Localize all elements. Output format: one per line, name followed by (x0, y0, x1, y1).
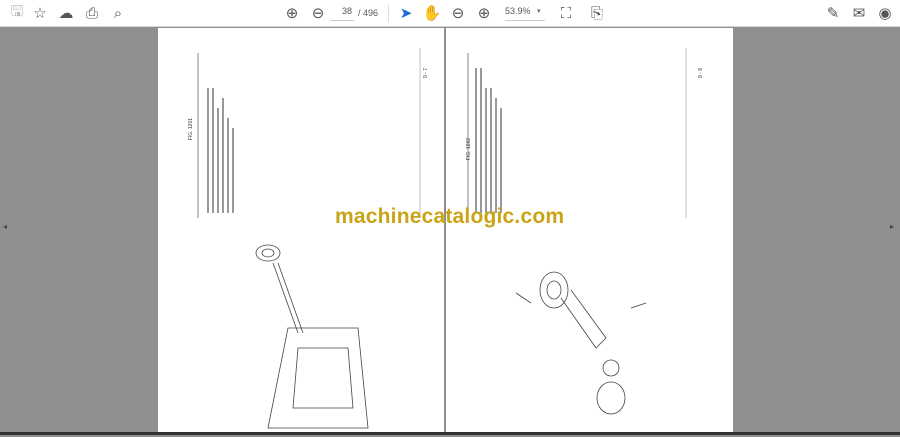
next-page-icon[interactable]: ⊖ (309, 4, 327, 22)
figure-label: FIG. 1201 (188, 118, 194, 141)
scroll-mode-icon[interactable]: ⎘ (588, 4, 606, 22)
search-zoom-icon[interactable]: ⌕ (109, 4, 127, 22)
page-total: / 496 (358, 8, 379, 18)
zoom-in-icon[interactable]: ⊕ (475, 4, 493, 22)
page-footer: 9 - 7 (423, 68, 429, 79)
watermark: machinecatalogic.com (335, 205, 565, 228)
select-cursor-icon[interactable]: ➤ (397, 4, 415, 22)
parts-table-and-diagram (467, 48, 687, 415)
previous-page-icon[interactable]: ⊕ (283, 4, 301, 22)
divider (388, 5, 389, 22)
account-icon[interactable]: ◉ (876, 4, 894, 22)
pdf-page-right: FIG. 1202 9 - 8 (446, 28, 733, 432)
page-footer: 9 - 8 (698, 68, 704, 79)
zoom-out-icon[interactable]: ⊖ (449, 4, 467, 22)
hand-tool-icon[interactable]: ✋ (423, 4, 442, 22)
parts-table-and-diagram (197, 48, 421, 429)
print-icon[interactable]: ⎙ (83, 4, 101, 22)
page-number-input[interactable]: 38 (330, 6, 354, 21)
upload-cloud-icon[interactable]: ☁ (57, 4, 75, 22)
figure-label: FIG. 1202 (466, 138, 472, 161)
save-icon[interactable]: 🖫 (8, 3, 26, 22)
pdf-page-left: FIG. 1201 9 - 7 (158, 28, 444, 432)
sign-icon[interactable]: ✎ (824, 4, 842, 22)
previous-page-arrow[interactable]: ◂ (3, 222, 7, 231)
zoom-dropdown-icon[interactable]: ▾ (537, 7, 541, 15)
toolbar: 🖫 ☆ ☁ ⎙ ⌕ ⊕ ⊖ 38 / 496 ➤ ✋ ⊖ ⊕ 53.9% ▾ ⛶… (0, 0, 900, 27)
bookmark-star-icon[interactable]: ☆ (31, 4, 49, 22)
fit-page-icon[interactable]: ⛶ (557, 4, 575, 22)
next-page-arrow[interactable]: ▸ (890, 222, 894, 231)
email-icon[interactable]: ✉ (850, 4, 868, 22)
